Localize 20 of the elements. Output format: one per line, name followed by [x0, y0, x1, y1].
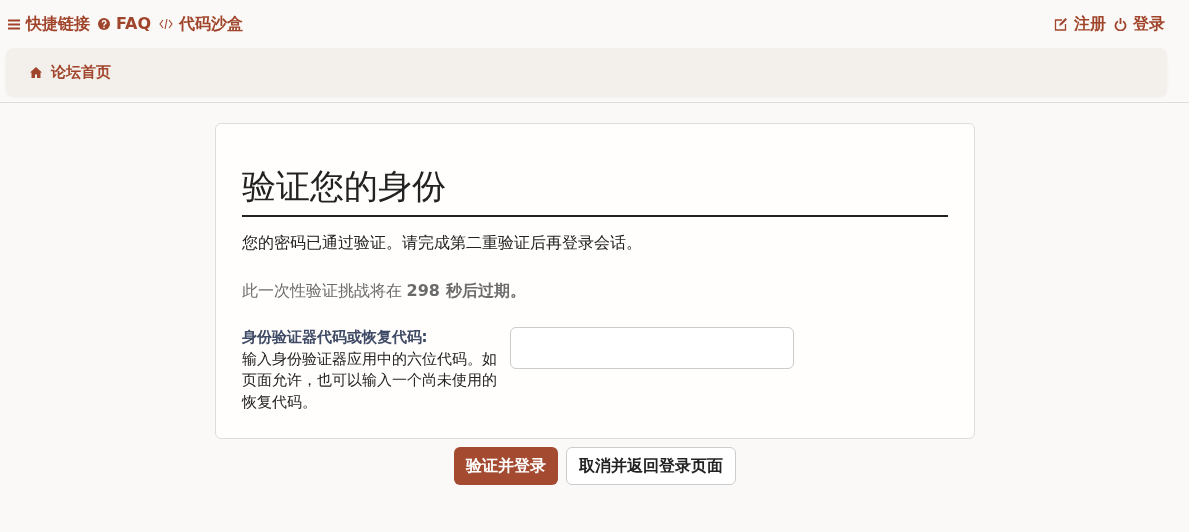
home-icon	[30, 66, 42, 78]
intro-text: 您的密码已通过验证。请完成第二重验证后再登录会话。	[241, 231, 643, 254]
nav-link[interactable]: FAQ	[98, 12, 152, 36]
nav-link[interactable]: 注册	[1054, 12, 1106, 36]
field-hint: 输入身份验证器应用中的六位代码。如页面允许，也可以输入一个尚未使用的恢复代码。	[241, 348, 498, 414]
edit-icon	[1054, 17, 1068, 31]
nav-link[interactable]: 代码沙盒	[159, 12, 244, 36]
verify-button[interactable]: 验证并登录	[453, 446, 558, 485]
power-icon	[1114, 17, 1127, 31]
code-input-field[interactable]	[509, 326, 794, 369]
expiry-text: 此一次性验证挑战将在 298 秒后过期。	[241, 279, 527, 302]
menu-icon	[8, 18, 20, 30]
nav-link[interactable]: 快捷链接	[8, 12, 90, 36]
cancel-button[interactable]: 取消并返回登录页面	[565, 446, 736, 485]
code-icon	[159, 18, 174, 30]
field-label: 身份验证器代码或恢复代码:	[241, 326, 429, 348]
breadcrumb-link[interactable]: 论坛首页	[30, 60, 111, 84]
help-icon	[98, 18, 110, 30]
nav-link[interactable]: 登录	[1114, 12, 1165, 36]
page-heading: 验证您的身份	[241, 154, 948, 217]
